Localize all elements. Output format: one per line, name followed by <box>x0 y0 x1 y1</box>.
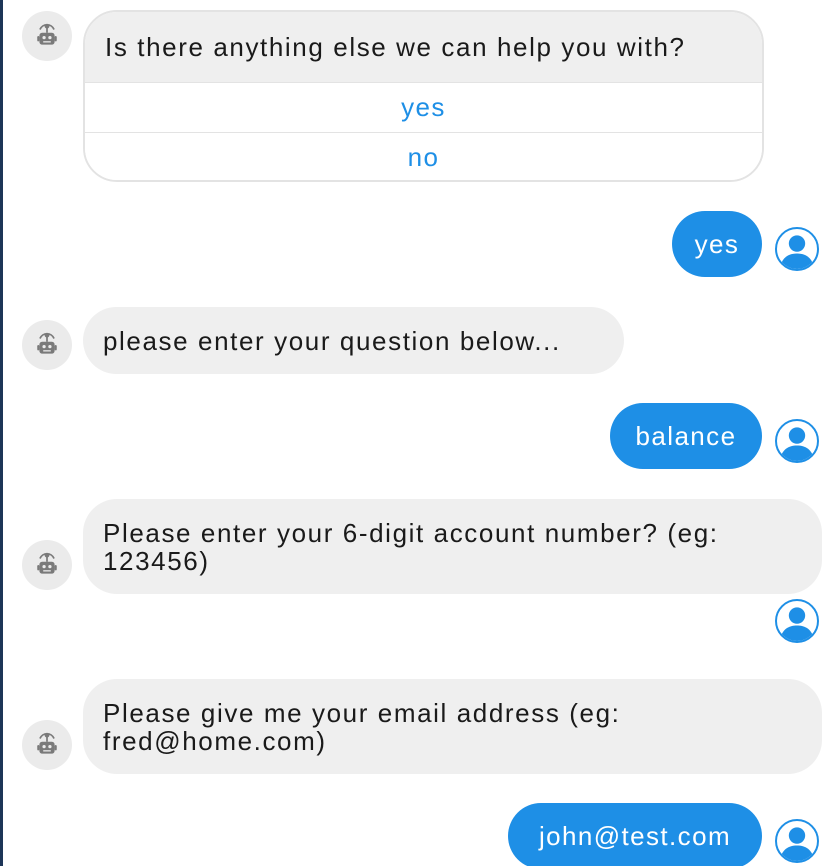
bot-message: Please enter your 6-digit account number… <box>83 499 822 594</box>
user-avatar <box>775 419 819 463</box>
bot-message: please enter your question below... <box>83 307 624 374</box>
option-no-button[interactable]: no <box>85 132 762 180</box>
user-icon <box>777 601 817 641</box>
bot-avatar <box>22 540 72 590</box>
user-avatar <box>775 819 819 863</box>
bot-message: Is there anything else we can help you w… <box>85 12 762 82</box>
user-message: balance <box>610 403 762 469</box>
user-icon <box>777 229 817 269</box>
option-yes-button[interactable]: yes <box>85 82 762 132</box>
robot-icon <box>34 23 60 49</box>
user-message: yes <box>672 211 762 277</box>
user-message: john@test.com <box>508 803 762 866</box>
robot-icon <box>34 732 60 758</box>
bot-avatar <box>22 720 72 770</box>
quick-reply-card: Is there anything else we can help you w… <box>83 10 764 182</box>
bot-avatar <box>22 320 72 370</box>
user-avatar <box>775 227 819 271</box>
user-icon <box>777 421 817 461</box>
window-left-edge <box>0 0 3 866</box>
robot-icon <box>34 552 60 578</box>
user-avatar <box>775 599 819 643</box>
user-icon <box>777 821 817 861</box>
bot-message: Please give me your email address (eg: f… <box>83 679 822 774</box>
robot-icon <box>34 332 60 358</box>
bot-avatar <box>22 11 72 61</box>
